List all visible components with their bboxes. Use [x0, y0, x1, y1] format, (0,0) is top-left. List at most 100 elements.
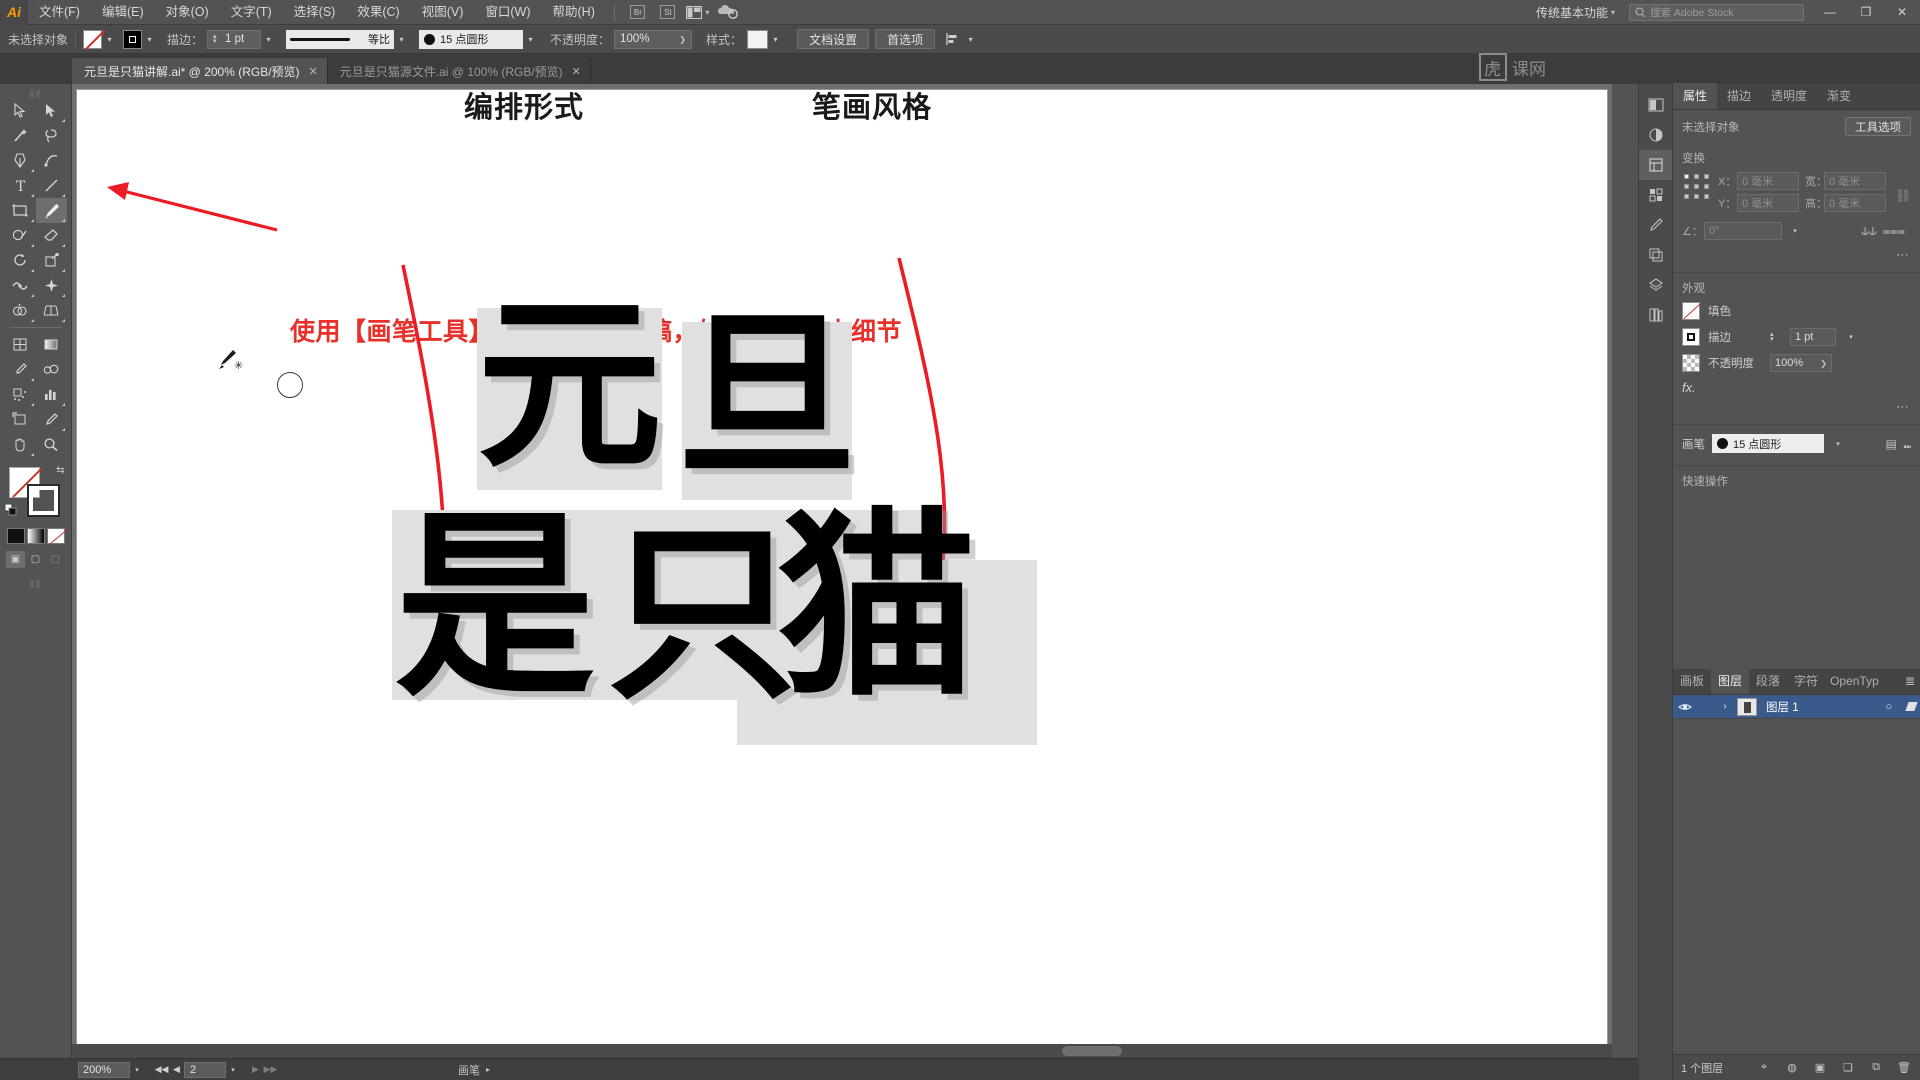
tab-character[interactable]: 字符	[1787, 668, 1825, 694]
angle-dropdown-icon[interactable]: ▾	[1788, 223, 1802, 239]
tab-stroke[interactable]: 描边	[1717, 83, 1761, 109]
tab-transparency[interactable]: 透明度	[1761, 83, 1817, 109]
layers-panel-icon[interactable]	[1639, 270, 1673, 300]
menu-object[interactable]: 对象(O)	[155, 0, 220, 25]
tab-opentype[interactable]: OpenTyp	[1825, 668, 1884, 694]
brush-options-icon[interactable]: ▤	[1885, 437, 1896, 451]
make-clipping-mask-icon[interactable]: ◍	[1784, 1060, 1800, 1076]
artwork-char-zhi[interactable]: 只	[607, 520, 797, 710]
symbols-panel-icon[interactable]	[1639, 240, 1673, 270]
transform-more-options-icon[interactable]: ⋯	[1682, 247, 1911, 263]
align-icon[interactable]	[941, 29, 963, 49]
tool-options-button[interactable]: 工具选项	[1845, 117, 1911, 136]
zoom-level-input[interactable]: 200%	[78, 1061, 130, 1078]
create-new-layer-icon[interactable]: ❏	[1840, 1060, 1856, 1076]
stroke-weight-input[interactable]: 1 pt	[1790, 328, 1836, 346]
zoom-dropdown-icon[interactable]: ▾	[130, 1062, 144, 1078]
menu-window[interactable]: 窗口(W)	[474, 0, 541, 25]
stroke-color-swatch[interactable]	[26, 484, 60, 517]
height-input[interactable]: 0 毫米	[1824, 194, 1886, 212]
symbol-sprayer-tool[interactable]	[5, 382, 36, 407]
document-tab-0[interactable]: 元旦是只猫讲解.ai* @ 200% (RGB/预览) ✕	[72, 58, 328, 84]
first-artboard-button[interactable]: ◀◀	[154, 1062, 169, 1078]
stock-search-input[interactable]: 搜索 Adobe Stock	[1629, 3, 1804, 21]
artboard[interactable]: 编排形式 笔画风格 使用【画笔工具】绘制文字的草稿，绘制时添加小细节	[76, 89, 1608, 1064]
layer-visibility-toggle[interactable]	[1673, 702, 1697, 712]
stroke-profile-select[interactable]: 等比	[286, 29, 395, 49]
pen-tool[interactable]	[5, 148, 36, 173]
blend-tool[interactable]	[36, 357, 67, 382]
color-panel-icon[interactable]	[1639, 90, 1673, 120]
eyedropper-tool[interactable]	[5, 357, 36, 382]
color-guide-icon[interactable]	[1639, 120, 1673, 150]
horizontal-scroll-thumb[interactable]	[1062, 1046, 1122, 1056]
magic-wand-tool[interactable]	[5, 123, 36, 148]
screen-mode-presentation-icon[interactable]: ▢	[46, 551, 65, 568]
x-input[interactable]: 0 毫米	[1737, 172, 1799, 190]
artwork-char-mao[interactable]: 猫	[777, 508, 977, 708]
artboard-dropdown-icon[interactable]: ▾	[226, 1062, 240, 1078]
stroke-dropdown-icon[interactable]: ▾	[142, 30, 157, 49]
stroke-weight-dropdown-icon[interactable]: ▾	[261, 30, 276, 49]
opacity-input[interactable]: 100% ❯	[1770, 354, 1832, 372]
last-artboard-button[interactable]: ▶▶	[263, 1062, 278, 1078]
document-tab-1[interactable]: 元旦是只猫源文件.ai @ 100% (RGB/预览) ✕	[327, 58, 591, 84]
appearance-more-options-icon[interactable]: ⋯	[1682, 399, 1911, 415]
hand-tool[interactable]	[5, 432, 36, 457]
selection-tool[interactable]	[5, 98, 36, 123]
graphic-style-swatch[interactable]	[747, 29, 769, 49]
brush-definition-select[interactable]: 15 点圆形	[419, 29, 524, 49]
close-icon[interactable]: ✕	[572, 65, 581, 78]
column-graph-tool[interactable]	[36, 382, 67, 407]
fill-color-swatch[interactable]	[83, 29, 103, 49]
tab-artboards[interactable]: 画板	[1673, 668, 1711, 694]
y-input[interactable]: 0 毫米	[1737, 194, 1799, 212]
previous-artboard-button[interactable]: ◀	[169, 1062, 184, 1078]
duplicate-layer-icon[interactable]: ⧉	[1868, 1060, 1884, 1076]
minimize-button[interactable]: —	[1812, 0, 1848, 25]
libraries-panel-icon[interactable]	[1639, 300, 1673, 330]
type-tool[interactable]: T	[5, 173, 36, 198]
rectangle-tool[interactable]	[5, 198, 36, 223]
menu-view[interactable]: 视图(V)	[411, 0, 475, 25]
link-dimensions-icon[interactable]: ⛓	[1895, 172, 1912, 204]
artwork-char-dan[interactable]: 旦	[677, 308, 857, 488]
lasso-tool[interactable]	[36, 123, 67, 148]
slice-tool[interactable]	[36, 407, 67, 432]
delete-layer-icon[interactable]: 🗑	[1896, 1060, 1912, 1076]
gradient-mode-button[interactable]	[26, 528, 45, 544]
menu-help[interactable]: 帮助(H)	[542, 0, 606, 25]
stroke-weight-dropdown-icon[interactable]: ▾	[1844, 329, 1858, 345]
toolbar-drag-handle[interactable]: ⣿⣿	[0, 90, 71, 98]
layer-row[interactable]: › 图层 1 ○	[1673, 695, 1920, 719]
rotate-tool[interactable]	[5, 248, 36, 273]
bridge-icon[interactable]: Br	[625, 2, 651, 22]
fx-button[interactable]: fx.	[1682, 380, 1911, 395]
zoom-tool[interactable]	[36, 432, 67, 457]
stroke-color-swatch[interactable]	[123, 29, 143, 49]
none-mode-button[interactable]	[46, 528, 65, 544]
artboard-tool[interactable]	[5, 407, 36, 432]
next-artboard-button[interactable]: ▶	[248, 1062, 263, 1078]
stepper-icon[interactable]: ▴ ▾	[213, 33, 223, 45]
paintbrush-tool[interactable]	[35, 198, 67, 223]
curvature-tool[interactable]	[36, 148, 67, 173]
width-input[interactable]: 0 毫米	[1824, 172, 1886, 190]
opacity-flyout-icon[interactable]: ❯	[679, 35, 686, 44]
width-tool[interactable]	[5, 273, 36, 298]
fill-dropdown-icon[interactable]: ▾	[102, 30, 117, 49]
brush-definition-select[interactable]: 15 点圆形	[1712, 434, 1824, 453]
layer-expand-icon[interactable]: ›	[1717, 701, 1733, 712]
menu-file[interactable]: 文件(F)	[28, 0, 91, 25]
opacity-swatch-icon[interactable]	[1682, 354, 1700, 372]
eraser-tool[interactable]	[36, 223, 67, 248]
horizontal-scrollbar[interactable]	[72, 1044, 1612, 1058]
stroke-stepper-icon[interactable]: ▴ ▾	[1770, 331, 1780, 343]
stock-icon[interactable]: St	[655, 2, 681, 22]
panel-menu-icon[interactable]: ≣	[1905, 674, 1915, 688]
stroke-weight-input[interactable]: ▴ ▾ 1 pt	[207, 29, 262, 49]
flip-vertical-icon[interactable]: ⩶	[1883, 223, 1905, 239]
shaper-tool[interactable]	[5, 223, 36, 248]
menu-effect[interactable]: 效果(C)	[346, 0, 410, 25]
swap-fill-stroke-icon[interactable]: ⇆	[56, 465, 64, 476]
